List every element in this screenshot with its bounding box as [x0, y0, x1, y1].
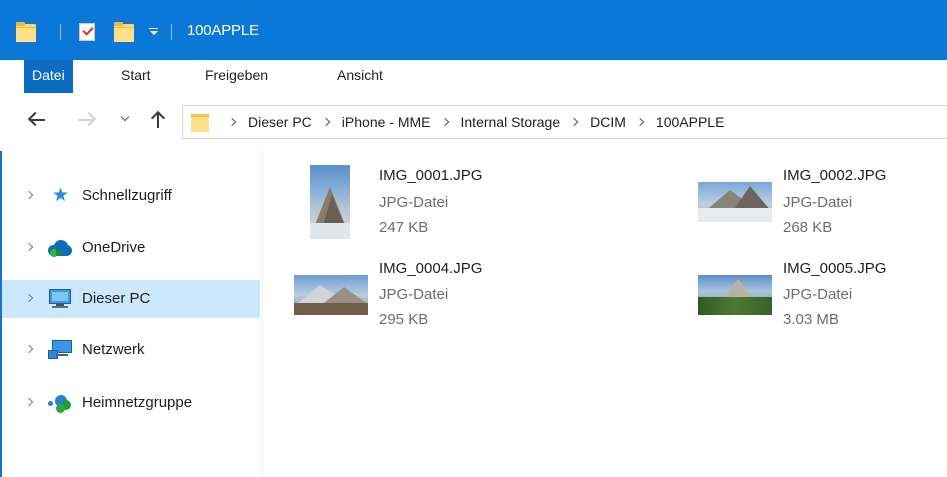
file-name[interactable]: IMG_0002.JPG: [783, 167, 886, 184]
tab-ansicht[interactable]: Ansicht: [329, 60, 391, 93]
cloud-icon: [48, 238, 74, 258]
image-thumbnail[interactable]: [294, 275, 368, 315]
file-size: 268 KB: [783, 219, 833, 236]
recent-locations-chevron-icon[interactable]: [120, 113, 130, 123]
nav-item-dieser-pc[interactable]: Dieser PC: [0, 280, 260, 318]
computer-icon: [48, 289, 74, 309]
expand-chevron-icon[interactable]: [26, 345, 34, 353]
file-name[interactable]: IMG_0001.JPG: [379, 167, 482, 184]
address-bar[interactable]: Dieser PC iPhone - MME Internal Storage …: [182, 105, 947, 139]
back-arrow-icon[interactable]: [28, 111, 46, 129]
nav-item-label: Netzwerk: [82, 341, 145, 358]
image-thumbnail[interactable]: [698, 275, 772, 315]
crumb-100apple[interactable]: 100APPLE: [656, 114, 725, 130]
window-title: 100APPLE: [187, 22, 259, 39]
chevron-right-icon[interactable]: [320, 115, 334, 129]
file-type: JPG-Datei: [783, 286, 853, 303]
ribbon-tabs: Datei Start Freigeben Ansicht: [0, 60, 947, 93]
nav-item-heimnetzgruppe[interactable]: Heimnetzgruppe: [0, 384, 260, 422]
crumb-internal-storage[interactable]: Internal Storage: [461, 114, 561, 130]
file-type: JPG-Datei: [783, 194, 853, 211]
expand-chevron-icon[interactable]: [26, 243, 34, 251]
expand-chevron-icon[interactable]: [26, 398, 34, 406]
customize-quick-access-icon[interactable]: [148, 26, 160, 38]
crumb-dcim[interactable]: DCIM: [590, 114, 626, 130]
star-icon: ★: [52, 185, 70, 206]
nav-item-label: Heimnetzgruppe: [82, 394, 193, 411]
window-edge: [0, 151, 2, 477]
file-type: JPG-Datei: [379, 194, 449, 211]
homegroup-icon: [48, 393, 74, 413]
navigation-pane: ★ Schnellzugriff OneDrive Dieser PC Netz…: [0, 151, 263, 477]
tab-start[interactable]: Start: [113, 60, 159, 93]
file-size: 247 KB: [379, 219, 429, 236]
up-arrow-icon[interactable]: [150, 109, 166, 129]
navigation-bar: Dieser PC iPhone - MME Internal Storage …: [0, 93, 947, 151]
network-icon: [48, 340, 74, 360]
file-size: 3.03 MB: [783, 311, 839, 328]
nav-item-label: OneDrive: [82, 239, 146, 256]
image-thumbnail[interactable]: [310, 165, 350, 239]
file-name[interactable]: IMG_0005.JPG: [783, 260, 886, 277]
file-list: IMG_0001.JPG JPG-Datei 247 KB IMG_0002.J…: [264, 151, 947, 477]
expand-chevron-icon[interactable]: [26, 191, 34, 199]
title-bar: 100APPLE: [0, 0, 947, 60]
chevron-right-icon[interactable]: [226, 115, 240, 129]
breadcrumb: Dieser PC iPhone - MME Internal Storage …: [218, 106, 724, 138]
folder-icon: [191, 113, 209, 132]
nav-item-netzwerk[interactable]: Netzwerk: [0, 331, 260, 369]
expand-chevron-icon[interactable]: [26, 294, 34, 302]
tab-freigeben[interactable]: Freigeben: [197, 60, 276, 93]
file-size: 295 KB: [379, 311, 429, 328]
folder-icon[interactable]: [16, 22, 36, 42]
crumb-iphone[interactable]: iPhone - MME: [342, 114, 431, 130]
crumb-dieser-pc[interactable]: Dieser PC: [248, 114, 312, 130]
toolbar-separator: [60, 24, 61, 40]
tab-datei[interactable]: Datei: [24, 60, 73, 93]
nav-item-schnellzugriff[interactable]: ★ Schnellzugriff: [0, 177, 260, 215]
chevron-right-icon[interactable]: [439, 115, 453, 129]
file-type: JPG-Datei: [379, 286, 449, 303]
file-name[interactable]: IMG_0004.JPG: [379, 260, 482, 277]
nav-item-label: Dieser PC: [82, 290, 151, 307]
properties-icon[interactable]: [79, 23, 95, 41]
image-thumbnail[interactable]: [698, 182, 772, 222]
chevron-right-icon[interactable]: [634, 115, 648, 129]
nav-item-label: Schnellzugriff: [82, 187, 172, 204]
new-folder-icon[interactable]: [114, 22, 134, 42]
nav-item-onedrive[interactable]: OneDrive: [0, 229, 260, 267]
chevron-right-icon[interactable]: [568, 115, 582, 129]
forward-arrow-icon[interactable]: [77, 111, 95, 129]
toolbar-separator: [171, 24, 172, 40]
